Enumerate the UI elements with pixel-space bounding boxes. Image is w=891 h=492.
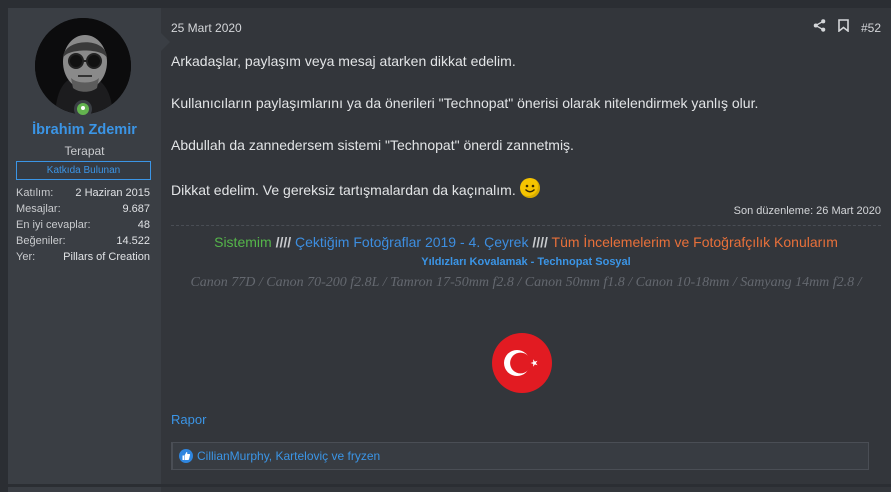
post-paragraph: Abdullah da zannedersem sistemi "Technop… (171, 137, 574, 153)
stat-messages: Mesajlar: 9.687 (16, 203, 150, 215)
sig-link-reviews[interactable]: Tüm İncelemelerim ve Fotoğrafçılık Konul… (552, 234, 838, 250)
post-paragraph: Kullanıcıların paylaşımlarını ya da öner… (171, 95, 759, 111)
signature-divider (171, 225, 881, 226)
sig-gear: Canon 77D / Canon 70-200 f2.8L / Tamron … (190, 275, 862, 290)
post-actions: #52 (813, 19, 881, 37)
post-number[interactable]: #52 (861, 21, 881, 35)
turkish-flag-icon (492, 333, 552, 393)
sig-separator: //// (532, 234, 548, 250)
stat-location: Yer: Pillars of Creation (16, 251, 150, 263)
bookmark-icon[interactable] (838, 19, 849, 37)
user-sidebar: İbrahim Zdemir Terapat Katkıda Bulunan K… (8, 8, 161, 484)
post-paragraph: Arkadaşlar, paylaşım veya mesaj atarken … (171, 53, 516, 69)
share-icon[interactable] (813, 19, 826, 37)
post-paragraph-last: Dikkat edelim. Ve gereksiz tartışmalarda… (171, 178, 881, 199)
sig-link-social[interactable]: Yıldızları Kovalamak - Technopat Sosyal (171, 256, 881, 268)
user-banner: Katkıda Bulunan (16, 161, 151, 180)
sig-link-photos[interactable]: Çektiğim Fotoğraflar 2019 - 4. Çeyrek (295, 234, 528, 250)
user-stats: Katılım: 2 Haziran 2015 Mesajlar: 9.687 En… (16, 185, 150, 265)
reactions-bar: CillianMurphy, Karteloviç ve fryzen (171, 442, 869, 470)
last-edited: Son düzenleme: 26 Mart 2020 (733, 205, 881, 217)
like-icon (179, 449, 193, 463)
sig-separator: //// (275, 234, 292, 250)
report-link[interactable]: Rapor (171, 412, 206, 427)
stat-likes: Beğeniler: 14.522 (16, 235, 150, 247)
stat-best-answers: En iyi cevaplar: 48 (16, 219, 150, 231)
smiley-icon (519, 178, 540, 198)
post-date[interactable]: 25 Mart 2020 (171, 21, 242, 35)
username[interactable]: İbrahim Zdemir (8, 122, 161, 138)
signature-links: Sistemim //// Çektiğim Fotoğraflar 2019 … (171, 234, 881, 250)
reactions-users[interactable]: CillianMurphy, Karteloviç ve fryzen (197, 449, 380, 463)
next-post-user-strip (8, 487, 161, 492)
stat-joined: Katılım: 2 Haziran 2015 (16, 187, 150, 199)
post-container: İbrahim Zdemir Terapat Katkıda Bulunan K… (8, 8, 891, 484)
user-title: Terapat (64, 144, 105, 158)
post-body: Arkadaşlar, paylaşım veya mesaj atarken … (171, 52, 881, 223)
online-status-icon (74, 100, 92, 118)
sidebar-arrow (160, 32, 170, 52)
sig-link-system[interactable]: Sistemim (214, 234, 272, 250)
